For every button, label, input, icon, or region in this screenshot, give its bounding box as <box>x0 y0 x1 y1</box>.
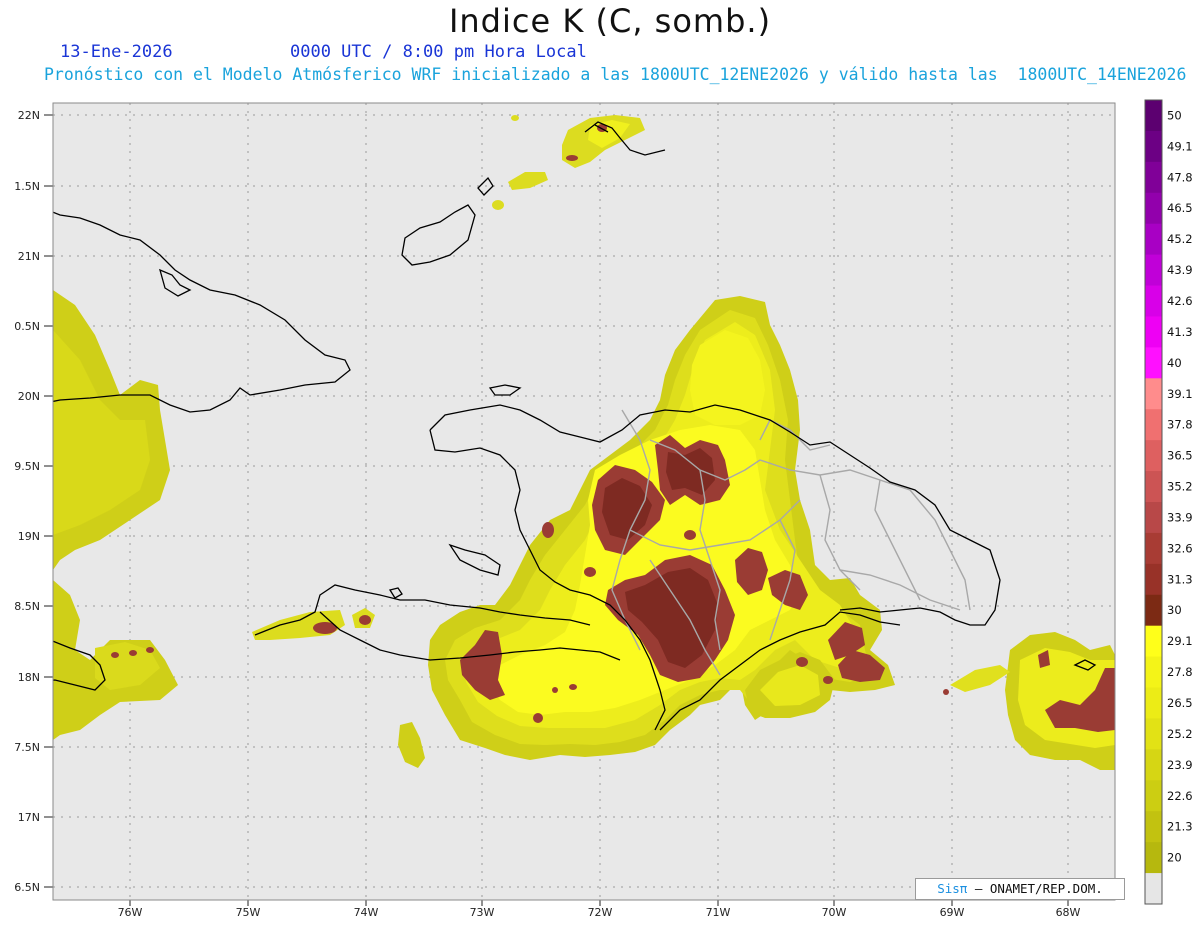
core-small-16 <box>552 687 558 693</box>
lat-label: 21N <box>18 250 40 263</box>
colorbar-label: 32.6 <box>1167 541 1193 555</box>
colorbar-label: 35.2 <box>1167 480 1193 494</box>
colorbar-swatch <box>1145 749 1162 781</box>
colorbar-swatch <box>1145 100 1162 132</box>
colorbar-swatch <box>1145 223 1162 256</box>
lat-label: 9.5N <box>14 460 40 473</box>
colorbar-label: 41.3 <box>1167 325 1193 339</box>
colorbar-label: 47.8 <box>1167 170 1193 184</box>
colorbar-swatch <box>1145 285 1162 317</box>
colorbar-label: 42.6 <box>1167 294 1193 308</box>
colorbar-label: 39.1 <box>1167 387 1193 401</box>
lat-label: 6.5N <box>14 881 40 894</box>
colorbar-label: 37.8 <box>1167 418 1193 432</box>
sispi-logo: Sisπ <box>937 881 968 896</box>
latitude-axis: 22N 1.5N 21N 0.5N 20N 9.5N 19N 8.5N 18N … <box>14 109 40 894</box>
colorbar <box>1145 100 1162 905</box>
colorbar-swatch <box>1145 316 1162 348</box>
core-small-3 <box>542 522 554 538</box>
colorbar-label: 31.3 <box>1167 572 1193 586</box>
colorbar-swatch <box>1145 254 1162 287</box>
colorbar-label: 23.9 <box>1167 758 1193 772</box>
core-small-2 <box>359 615 371 625</box>
colorbar-label: 29.1 <box>1167 634 1193 648</box>
core-small-14 <box>943 689 949 695</box>
colorbar-label: 43.9 <box>1167 263 1193 277</box>
core-small-9 <box>566 155 578 161</box>
core-central-north-dark <box>666 448 715 495</box>
colorbar-swatch <box>1145 780 1162 812</box>
colorbar-swatch <box>1145 532 1162 565</box>
lon-label: 76W <box>118 906 143 919</box>
colorbar-swatch <box>1145 625 1162 658</box>
colorbar-label: 20 <box>1167 851 1182 865</box>
lon-label: 75W <box>236 906 261 919</box>
credit-text: – ONAMET/REP.DOM. <box>974 881 1103 896</box>
core-small-4 <box>584 567 596 577</box>
colorbar-swatch <box>1145 594 1162 627</box>
colorbar-swatch <box>1145 130 1162 163</box>
lat-label: 19N <box>18 530 40 543</box>
colorbar-label: 25.2 <box>1167 727 1193 741</box>
colorbar-label: 26.5 <box>1167 696 1193 710</box>
latitude-ticks <box>44 114 53 888</box>
colorbar-labels: 50 49.1 47.8 46.5 45.2 43.9 42.6 41.3 40 39.1 37.8… <box>1167 108 1193 864</box>
colorbar-swatch <box>1145 687 1162 719</box>
core-small-8 <box>684 530 696 540</box>
colorbar-label: 27.8 <box>1167 665 1193 679</box>
colorbar-label: 45.2 <box>1167 232 1193 246</box>
colorbar-swatch <box>1145 718 1162 750</box>
colorbar-swatch <box>1145 656 1162 689</box>
colorbar-swatch <box>1145 192 1162 225</box>
lat-label: 8.5N <box>14 600 40 613</box>
colorbar-swatch <box>1145 161 1162 194</box>
lon-label: 69W <box>940 906 965 919</box>
lon-label: 71W <box>706 906 731 919</box>
core-small-5 <box>533 713 543 723</box>
colorbar-label: 21.3 <box>1167 820 1193 834</box>
colorbar-swatch <box>1145 347 1162 379</box>
lon-label: 72W <box>588 906 613 919</box>
colorbar-label: 50 <box>1167 108 1182 122</box>
core-small-12 <box>129 650 137 656</box>
credit-box: Sisπ – ONAMET/REP.DOM. <box>915 878 1125 900</box>
lat-label: 1.5N <box>14 180 40 193</box>
lon-label: 74W <box>354 906 379 919</box>
shade-bahamas-4 <box>511 115 519 121</box>
lat-label: 17N <box>18 811 40 824</box>
lon-label: 70W <box>822 906 847 919</box>
lon-label: 73W <box>470 906 495 919</box>
colorbar-swatch <box>1145 873 1162 905</box>
core-small-15 <box>569 684 577 690</box>
colorbar-label: 30 <box>1167 603 1182 617</box>
lat-label: 7.5N <box>14 741 40 754</box>
colorbar-label: 46.5 <box>1167 201 1193 215</box>
colorbar-label: 22.6 <box>1167 789 1193 803</box>
colorbar-label: 40 <box>1167 356 1182 370</box>
lon-label: 68W <box>1056 906 1081 919</box>
lat-label: 22N <box>18 109 40 122</box>
colorbar-swatch <box>1145 842 1162 874</box>
core-small-7 <box>823 676 833 684</box>
colorbar-swatch <box>1145 409 1162 441</box>
lat-label: 20N <box>18 390 40 403</box>
colorbar-swatch <box>1145 378 1162 410</box>
colorbar-swatch <box>1145 440 1162 472</box>
colorbar-swatch <box>1145 563 1162 596</box>
shade-bahamas-3 <box>492 200 504 210</box>
lat-label: 0.5N <box>14 320 40 333</box>
colorbar-label: 36.5 <box>1167 449 1193 463</box>
k-index-map: 22N 1.5N 21N 0.5N 20N 9.5N 19N 8.5N 18N … <box>14 99 1193 919</box>
colorbar-swatch <box>1145 471 1162 503</box>
lat-label: 18N <box>18 671 40 684</box>
core-small-6 <box>796 657 808 667</box>
colorbar-swatch <box>1145 811 1162 843</box>
core-small-13 <box>146 647 154 653</box>
longitude-axis: 76W 75W 74W 73W 72W 71W 70W 69W 68W <box>118 906 1081 919</box>
colorbar-label: 49.1 <box>1167 139 1193 153</box>
core-small-11 <box>111 652 119 658</box>
colorbar-swatch <box>1145 502 1162 534</box>
colorbar-label: 33.9 <box>1167 510 1193 524</box>
